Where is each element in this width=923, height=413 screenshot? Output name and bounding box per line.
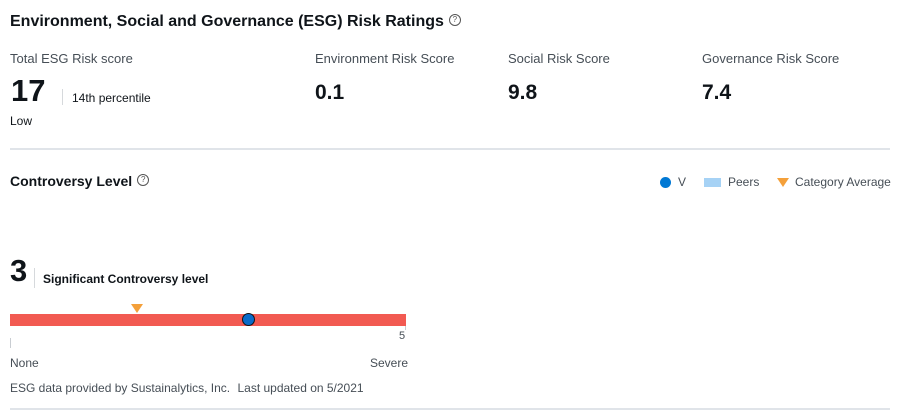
scale-max-text: Severe — [370, 356, 409, 370]
triangle-down-icon — [777, 177, 789, 187]
scale-max-label: 5 — [399, 330, 406, 342]
footer-source: ESG data provided by Sustainalytics, Inc… — [10, 381, 231, 395]
ticker-dot-icon — [660, 176, 671, 188]
scale-tick-max — [405, 326, 406, 330]
controversy-level-value: 3 — [10, 253, 28, 288]
percentile-text: 14th percentile — [72, 91, 151, 105]
controversy-scale-bar — [10, 314, 406, 326]
legend-peers: Peers — [704, 175, 759, 189]
divider — [62, 89, 63, 105]
category-average-marker — [130, 304, 143, 313]
section-divider — [10, 148, 890, 150]
total-esg-label: Total ESG Risk score — [10, 51, 133, 66]
esg-section-title: Environment, Social and Governance (ESG)… — [10, 13, 461, 31]
controversy-level-text: Significant Controversy level — [43, 272, 209, 286]
legend-ticker-label: V — [678, 175, 687, 189]
question-circle-icon[interactable]: ? — [448, 13, 461, 26]
legend-ticker: V — [660, 175, 686, 189]
governance-label: Governance Risk Score — [702, 51, 840, 66]
controversy-title: Controversy Level? — [10, 173, 150, 189]
controversy-title-text: Controversy Level — [10, 173, 133, 189]
scale-min-text: None — [10, 356, 39, 370]
footer-text: ESG data provided by Sustainalytics, Inc… — [10, 381, 364, 395]
divider — [34, 268, 35, 288]
governance-value: 7.4 — [702, 81, 732, 104]
social-value: 9.8 — [508, 81, 538, 104]
legend-peers-label: Peers — [728, 175, 760, 189]
legend-category-average-label: Category Average — [795, 175, 891, 189]
scale-tick-min — [10, 338, 11, 348]
ticker-level-marker[interactable] — [241, 313, 255, 326]
peers-swatch-icon — [704, 177, 721, 187]
legend-category-average: Category Average — [777, 175, 891, 189]
social-label: Social Risk Score — [508, 51, 610, 66]
risk-level-text: Low — [10, 114, 33, 128]
footer-updated: Last updated on 5/2021 — [237, 381, 364, 395]
question-circle-icon[interactable]: ? — [137, 174, 150, 187]
environment-label: Environment Risk Score — [315, 51, 455, 66]
esg-title-text: Environment, Social and Governance (ESG)… — [10, 13, 444, 30]
environment-value: 0.1 — [315, 81, 345, 104]
bottom-divider — [10, 408, 890, 410]
total-esg-value: 17 — [11, 73, 46, 108]
